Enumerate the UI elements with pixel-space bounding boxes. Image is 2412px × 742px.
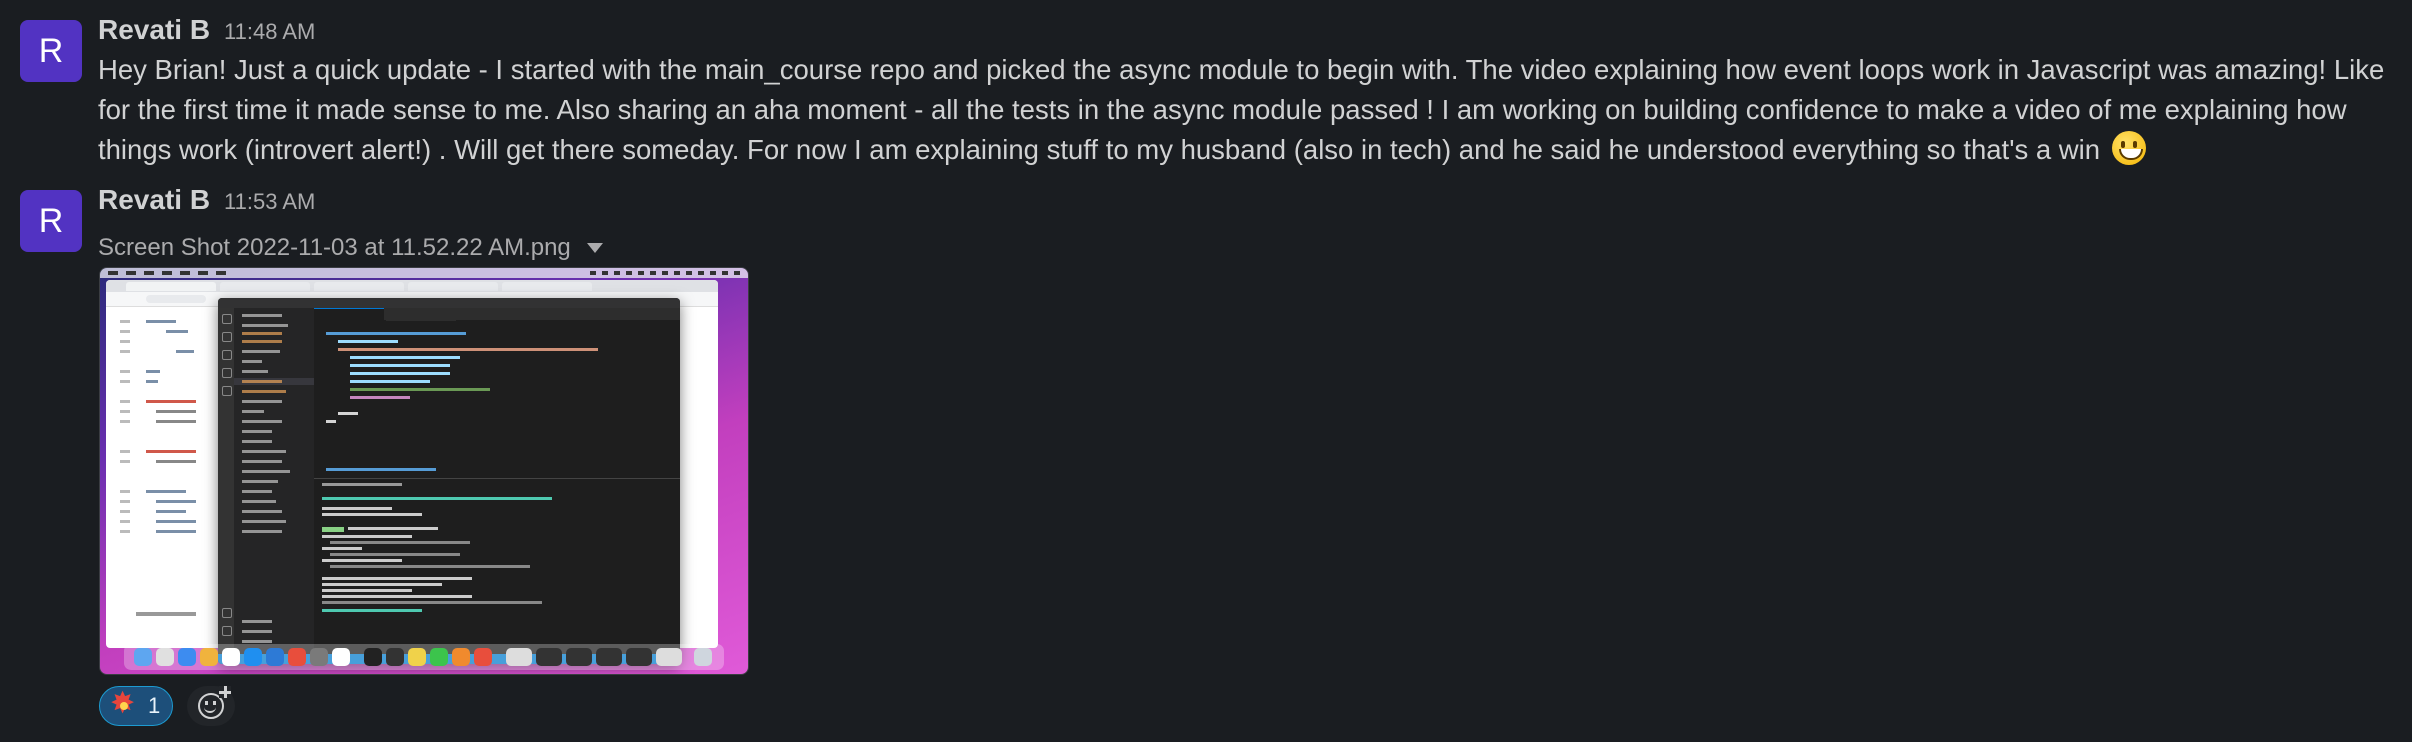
collision-emoji-icon: [110, 686, 136, 721]
reaction-collision[interactable]: 1: [99, 686, 174, 726]
avatar-initial: R: [38, 31, 64, 70]
avatar[interactable]: R: [20, 20, 82, 82]
grinning-face-emoji-icon: [2111, 131, 2146, 165]
reactions-bar: 1: [99, 686, 236, 726]
attachment-image[interactable]: [99, 267, 749, 675]
message-header: Revati B 11:53 AM: [98, 184, 315, 216]
chevron-down-icon[interactable]: [586, 243, 603, 253]
message-body: Hey Brian! Just a quick update - I start…: [98, 54, 2385, 165]
add-reaction-button[interactable]: [187, 686, 236, 726]
message-header: Revati B 11:48 AM: [98, 14, 315, 46]
timestamp[interactable]: 11:53 AM: [224, 189, 315, 215]
message: R Revati B 11:48 AM Hey Brian! Just a qu…: [0, 0, 2412, 180]
message-text: Hey Brian! Just a quick update - I start…: [98, 50, 2398, 170]
mac-dock: [124, 644, 724, 670]
author-name[interactable]: Revati B: [98, 184, 210, 216]
attachment-header: Screen Shot 2022-11-03 at 11.52.22 AM.pn…: [98, 234, 603, 262]
attachment-filename[interactable]: Screen Shot 2022-11-03 at 11.52.22 AM.pn…: [98, 234, 571, 262]
reaction-count: 1: [148, 693, 161, 718]
avatar-initial: R: [38, 201, 64, 240]
avatar[interactable]: R: [20, 190, 82, 252]
add-reaction-icon: [198, 686, 232, 719]
mac-menubar: [100, 268, 748, 278]
timestamp[interactable]: 11:48 AM: [224, 19, 315, 45]
vscode-window: [218, 298, 680, 664]
author-name[interactable]: Revati B: [98, 14, 210, 46]
